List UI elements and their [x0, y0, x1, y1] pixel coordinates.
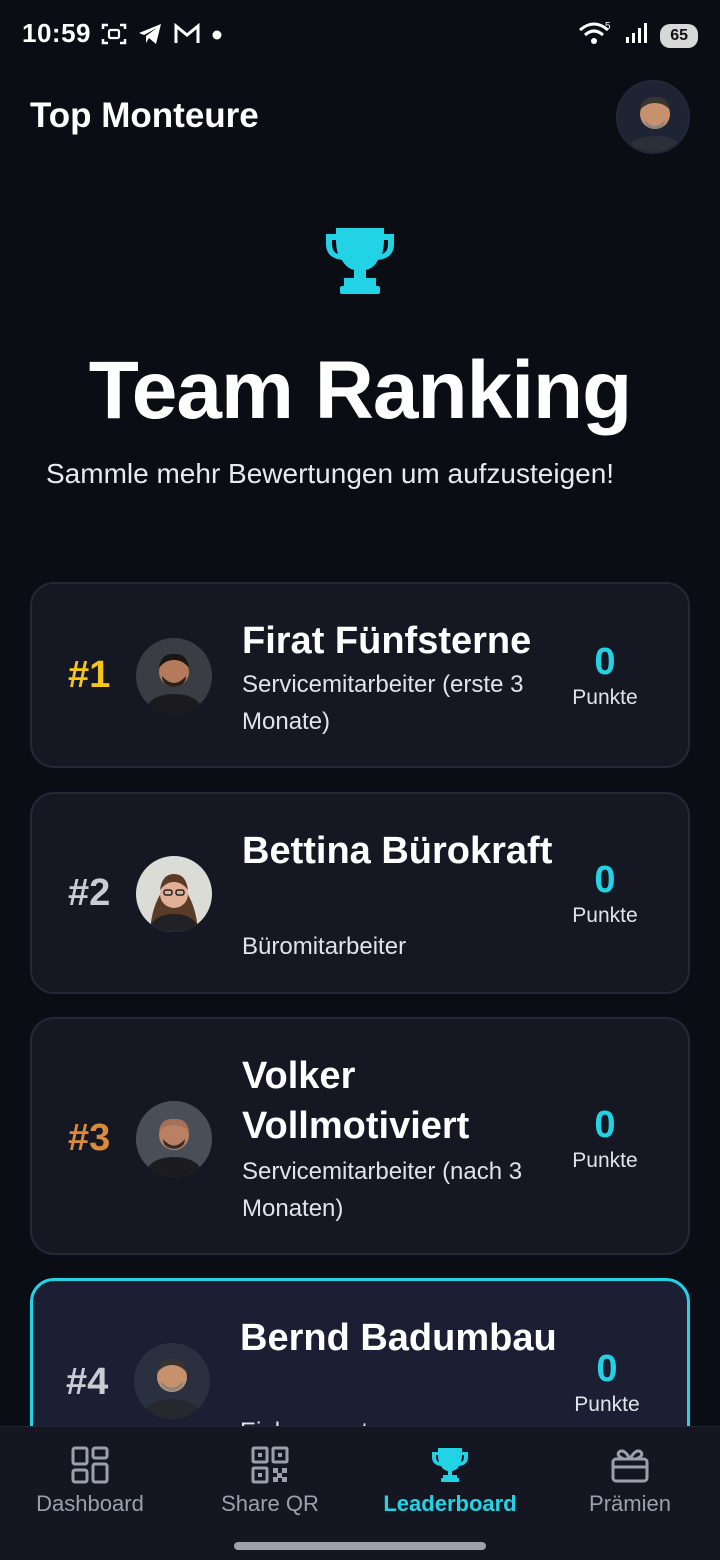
dot-icon — [210, 20, 224, 48]
employee-name: Firat Fünfsterne — [242, 620, 532, 662]
nav-dashboard[interactable]: Dashboard — [0, 1445, 180, 1517]
nav-label: Dashboard — [36, 1491, 144, 1516]
avatar — [134, 1343, 210, 1419]
employee-name: Bernd Badumbau — [240, 1317, 557, 1359]
points-label: Punkte — [572, 1149, 638, 1172]
points-value: 0 — [594, 641, 616, 683]
employee-role: Servicemitarbeiter (nach 3 Monaten) — [242, 1158, 523, 1222]
points-display: 0 Punkte — [550, 1103, 660, 1173]
nav-label: Share QR — [221, 1491, 319, 1516]
nav-share-qr[interactable]: Share QR — [180, 1445, 360, 1517]
avatar — [136, 638, 212, 714]
home-indicator[interactable] — [234, 1542, 486, 1550]
battery-icon: 65 — [660, 23, 698, 48]
app-title: Top Monteure — [30, 96, 259, 135]
rank-badge: #4 — [66, 1361, 109, 1403]
nav-label: Prämien — [589, 1491, 671, 1516]
gift-icon — [610, 1445, 650, 1485]
status-bar: 10:59 5 65 — [0, 0, 720, 70]
svg-text:5: 5 — [605, 21, 611, 32]
employee-role: Büromitarbeiter — [242, 933, 407, 960]
points-display: 0 Punkte — [550, 858, 660, 928]
rank-badge: #3 — [68, 1117, 111, 1159]
qr-code-icon — [250, 1445, 290, 1485]
trophy-icon — [322, 224, 398, 296]
points-display: 0 Punkte — [550, 640, 660, 710]
nav-praemien[interactable]: Prämien — [540, 1445, 720, 1517]
ranking-card[interactable]: #3 Volker Vollmotiviert Servicemitarbeit… — [30, 1017, 690, 1255]
ranking-card[interactable]: #2 Bettina Bürokraft Büromitarbeiter 0 P… — [30, 792, 690, 994]
points-value: 0 — [596, 1348, 618, 1390]
screenshot-icon — [100, 20, 128, 48]
ranking-card[interactable]: #1 Firat Fünfsterne Servicemitarbeiter (… — [30, 582, 690, 768]
employee-name: Bettina Bürokraft — [242, 830, 553, 872]
notification-icons — [100, 20, 224, 48]
trophy-icon — [430, 1445, 470, 1485]
avatar — [136, 1101, 212, 1177]
nav-leaderboard[interactable]: Leaderboard — [360, 1445, 540, 1517]
bottom-navigation: Dashboard Share QR Leaderboard Prämien — [0, 1426, 720, 1560]
rank-badge: #2 — [68, 872, 111, 914]
points-display: 0 Punkte — [552, 1347, 662, 1417]
avatar — [136, 856, 212, 932]
page-title: Team Ranking — [88, 345, 632, 436]
gmail-icon — [172, 20, 202, 48]
wifi-icon: 5 — [578, 20, 614, 51]
status-time: 10:59 — [22, 18, 91, 48]
employee-role: Servicemitarbeiter (erste 3 Monate) — [242, 671, 524, 735]
rank-badge: #1 — [68, 654, 111, 696]
nav-label: Leaderboard — [383, 1491, 517, 1516]
leaderboard-screen: 10:59 5 65 Top Monteure Team Ranking Sam… — [0, 0, 720, 1560]
telegram-icon — [136, 20, 164, 48]
points-label: Punkte — [572, 686, 638, 709]
page-subtitle: Sammle mehr Bewertungen um aufzusteigen! — [46, 458, 615, 489]
points-value: 0 — [594, 1104, 616, 1146]
points-label: Punkte — [574, 1393, 640, 1416]
points-label: Punkte — [572, 904, 638, 927]
points-value: 0 — [594, 859, 616, 901]
dashboard-icon — [70, 1445, 110, 1485]
signal-icon — [624, 20, 650, 51]
profile-avatar[interactable] — [616, 80, 690, 154]
employee-name: Volker Vollmotiviert — [242, 1055, 470, 1147]
system-icons: 5 65 — [578, 20, 698, 51]
